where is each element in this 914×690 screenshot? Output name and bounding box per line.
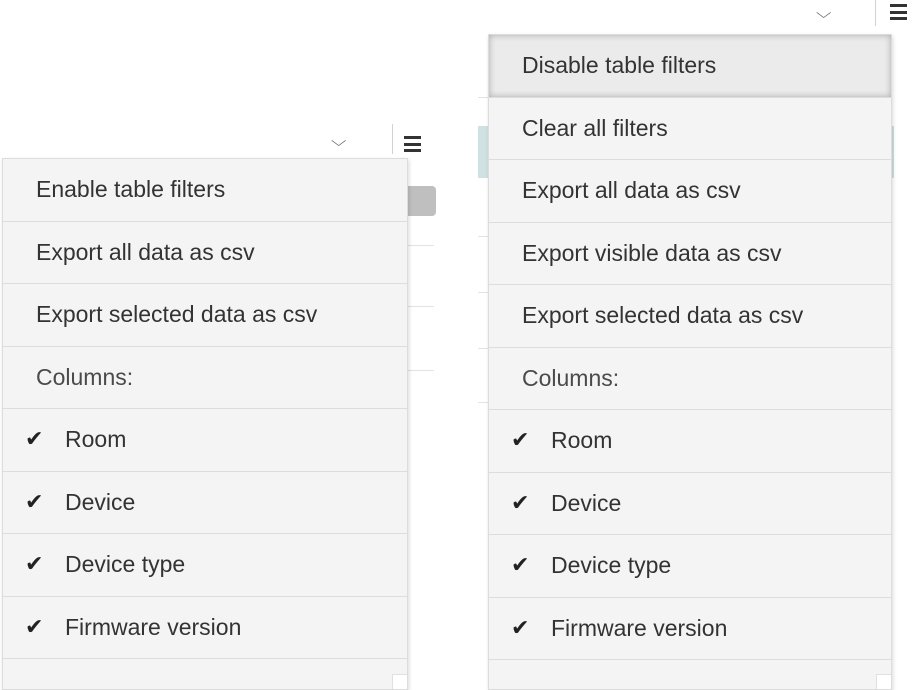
checkmark-icon: ✔ xyxy=(25,489,44,515)
menu-item-enable-filters[interactable]: Enable table filters xyxy=(3,159,407,222)
menu-item-export-selected[interactable]: Export selected data as csv xyxy=(3,284,407,347)
header-separator xyxy=(392,124,393,154)
column-toggle-device[interactable]: ✔ Device xyxy=(489,473,891,535)
column-toggle-room[interactable]: ✔ Room xyxy=(3,409,407,472)
column-toggle-label: Device type xyxy=(551,552,672,579)
checkmark-icon: ✔ xyxy=(511,553,530,579)
column-toggle-device[interactable]: ✔ Device xyxy=(3,472,407,534)
menu-item-clear-filters[interactable]: Clear all filters xyxy=(489,98,891,160)
checkmark-icon: ✔ xyxy=(25,552,44,578)
checkmark-icon: ✔ xyxy=(25,427,44,453)
menu-item-label: Clear all filters xyxy=(522,114,668,141)
column-toggle-label: Device xyxy=(551,489,622,516)
column-toggle-device-type[interactable]: ✔ Device type xyxy=(489,535,891,598)
column-toggle-firmware-version[interactable]: ✔ Firmware version xyxy=(489,598,891,660)
columns-header: Columns: xyxy=(489,348,891,410)
column-toggle-label: Device type xyxy=(65,551,186,578)
chevron-down-icon[interactable]: ⌵ xyxy=(331,134,346,149)
menu-item-export-all[interactable]: Export all data as csv xyxy=(489,160,891,223)
columns-header: Columns: xyxy=(3,347,407,409)
menu-item-label: Export all data as csv xyxy=(522,177,741,204)
column-toggle-firmware-version[interactable]: ✔ Firmware version xyxy=(3,597,407,659)
scroll-corner xyxy=(876,674,891,689)
columns-header-label: Columns: xyxy=(522,364,620,391)
column-toggle-label: Device xyxy=(65,488,136,515)
checkmark-icon: ✔ xyxy=(511,615,530,641)
checkmark-icon: ✔ xyxy=(511,490,530,516)
column-toggle-device-type[interactable]: ✔ Device type xyxy=(3,534,407,597)
grid-menu-right: Disable table filters Clear all filters … xyxy=(488,34,892,690)
hamburger-menu-icon[interactable] xyxy=(890,4,907,20)
checkmark-icon: ✔ xyxy=(511,428,530,454)
column-toggle-label: Firmware version xyxy=(551,614,728,641)
menu-item-label: Enable table filters xyxy=(36,176,226,203)
grid-menu-left: Enable table filters Export all data as … xyxy=(2,158,408,690)
column-toggle-label: Room xyxy=(65,426,127,453)
scroll-corner xyxy=(392,674,407,689)
menu-item-export-selected[interactable]: Export selected data as csv xyxy=(489,285,891,348)
menu-item-disable-filters[interactable]: Disable table filters xyxy=(489,35,891,98)
column-toggle-label: Firmware version xyxy=(65,613,242,640)
columns-header-label: Columns: xyxy=(36,363,134,390)
header-separator xyxy=(875,0,876,26)
chevron-down-icon[interactable]: ⌵ xyxy=(816,6,831,21)
menu-item-label: Export selected data as csv xyxy=(522,302,804,329)
menu-item-label: Export visible data as csv xyxy=(522,239,782,266)
column-toggle-label: Room xyxy=(551,427,613,454)
menu-item-label: Export all data as csv xyxy=(36,238,255,265)
hamburger-menu-icon[interactable] xyxy=(404,136,421,152)
checkmark-icon: ✔ xyxy=(25,614,44,640)
menu-item-label: Export selected data as csv xyxy=(36,301,318,328)
menu-item-label: Disable table filters xyxy=(522,52,717,79)
menu-item-export-visible[interactable]: Export visible data as csv xyxy=(489,223,891,285)
screenshot-canvas: ⌵ Enable table filters Export all data a… xyxy=(0,0,914,690)
column-toggle-room[interactable]: ✔ Room xyxy=(489,410,891,473)
menu-item-export-all[interactable]: Export all data as csv xyxy=(3,222,407,284)
